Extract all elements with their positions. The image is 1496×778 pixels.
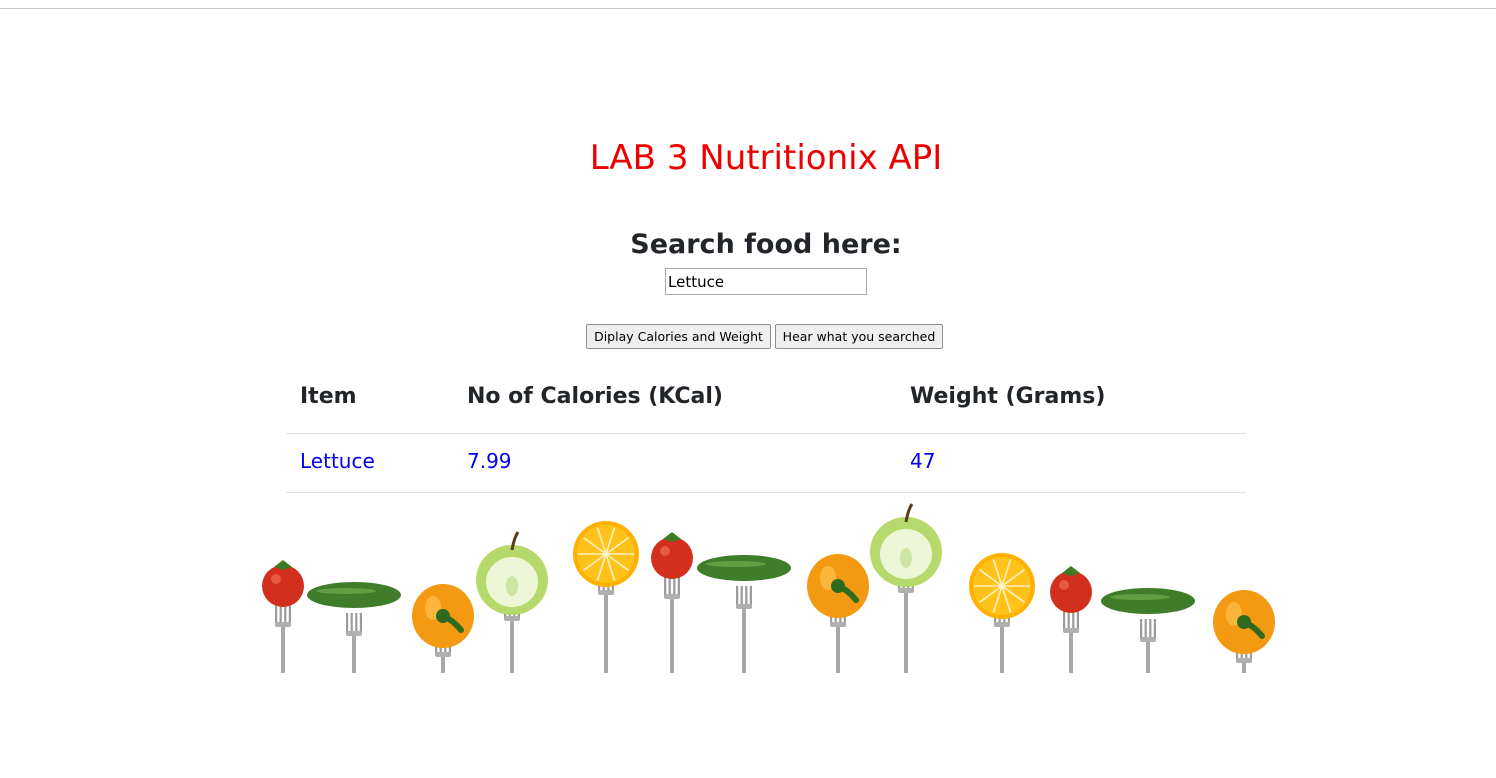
lemon-icon [573,521,639,587]
hear-search-button[interactable]: Hear what you searched [775,324,943,349]
display-calories-weight-button[interactable]: Diplay Calories and Weight [586,324,771,349]
search-label: Search food here: [630,229,902,260]
fork [1063,610,1079,673]
header-calories: No of Calories (KCal) [467,384,723,409]
cucumber-icon [697,555,791,581]
cucumber-icon [1101,588,1195,614]
fork [736,586,752,673]
top-border [0,8,1496,9]
apple-icon [476,531,548,615]
fork [664,576,680,673]
vegetables-on-forks-banner [262,503,1275,673]
cell-weight: 47 [910,449,936,473]
results-table: Item No of Calories (KCal) Weight (Grams… [286,370,1246,493]
fork [1140,619,1156,673]
apple-icon [870,503,942,587]
fork [346,613,362,673]
pepper-icon [1213,590,1275,654]
fork [275,604,291,673]
table-row: Lettuce 7.99 47 [286,434,1246,493]
tomato-icon [1050,566,1092,613]
header-weight: Weight (Grams) [910,384,1106,409]
cell-calories: 7.99 [467,449,512,473]
cucumber-icon [307,582,401,608]
cell-item: Lettuce [300,449,375,473]
header-item: Item [300,384,357,409]
search-input[interactable] [665,268,867,295]
page-title: LAB 3 Nutritionix API [589,138,943,178]
tomato-icon [651,532,693,579]
pepper-icon [412,584,474,648]
lemon-icon [969,553,1035,619]
table-header-row: Item No of Calories (KCal) Weight (Grams… [286,370,1246,434]
pepper-icon [807,554,869,618]
fork [598,572,614,673]
tomato-icon [262,560,304,607]
